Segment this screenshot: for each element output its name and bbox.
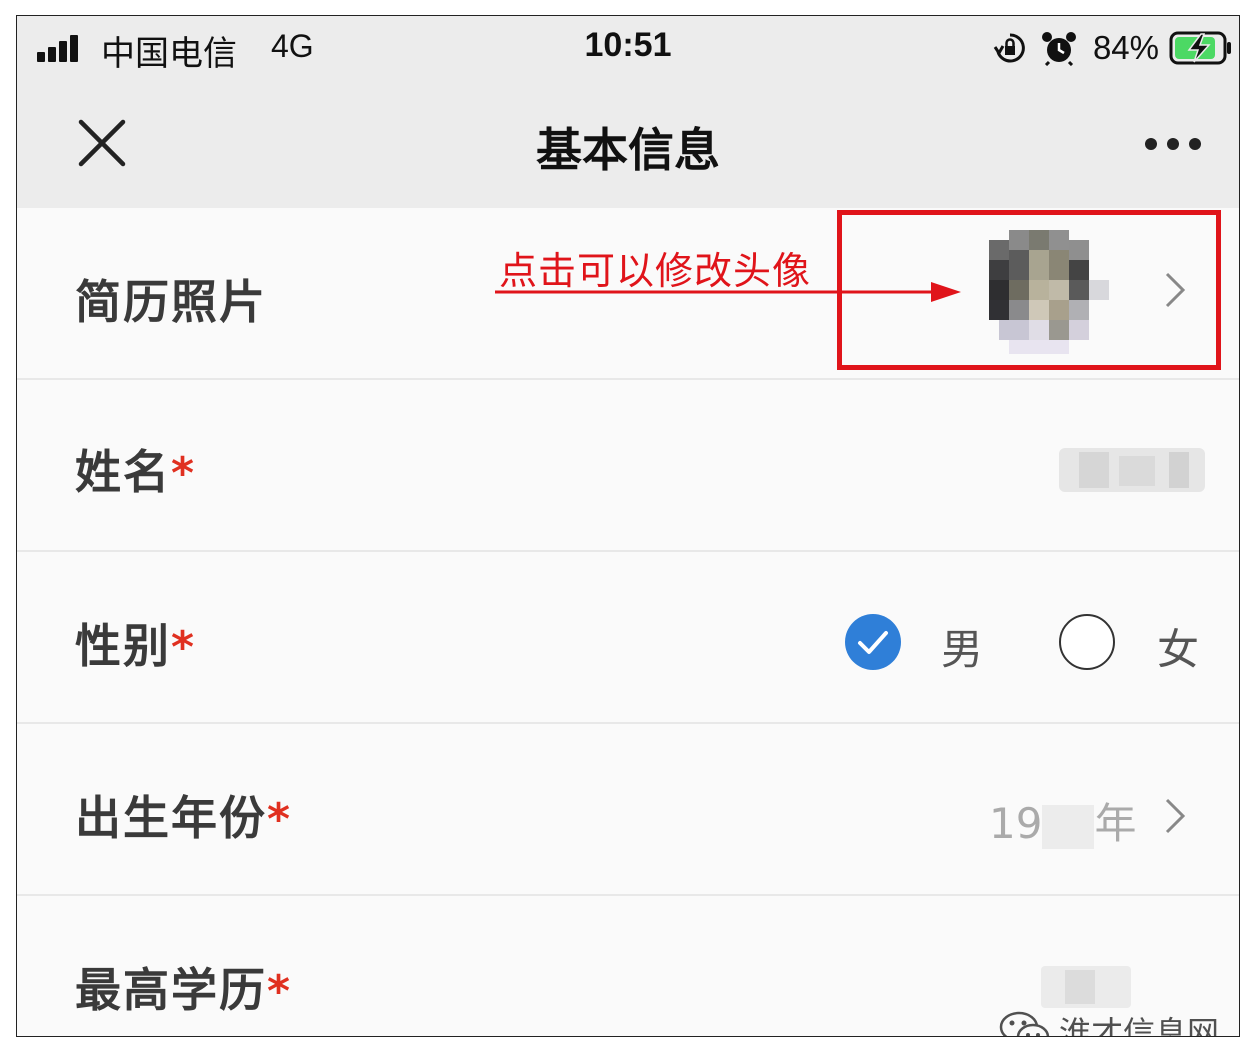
required-mark: * bbox=[267, 794, 293, 845]
name-label: 姓名* bbox=[75, 445, 197, 499]
education-row[interactable]: 最高学历* 淮才信息网 bbox=[17, 896, 1239, 1037]
gender-row: 性别* 男 女 bbox=[17, 552, 1239, 724]
gender-male-label[interactable]: 男 bbox=[941, 616, 983, 677]
education-label: 最高学历* bbox=[75, 963, 293, 1017]
gender-female-radio[interactable] bbox=[1059, 614, 1115, 670]
required-mark: * bbox=[171, 622, 197, 673]
chevron-right-icon bbox=[1165, 272, 1186, 308]
watermark: 淮才信息网 bbox=[997, 1008, 1219, 1037]
resume-photo-label: 简历照片 bbox=[75, 275, 267, 329]
status-bar: 中国电信 4G 10:51 84% bbox=[17, 16, 1239, 82]
battery-percent: 84% bbox=[1092, 29, 1159, 66]
page-title: 基本信息 bbox=[536, 123, 720, 177]
phone-screen: 中国电信 4G 10:51 84% 基本信息 简历照片 点击可以修改头像 姓名*… bbox=[16, 15, 1240, 1037]
name-value-blurred bbox=[1059, 448, 1205, 492]
chevron-right-icon bbox=[1165, 798, 1186, 834]
check-icon bbox=[858, 631, 888, 654]
gender-female-label[interactable]: 女 bbox=[1157, 616, 1199, 677]
battery-charging-icon bbox=[1169, 31, 1231, 65]
resume-photo-row[interactable]: 简历照片 点击可以修改头像 bbox=[17, 208, 1239, 380]
birth-year-value: 19 年 bbox=[989, 799, 1137, 849]
avatar[interactable] bbox=[969, 220, 1129, 360]
name-row[interactable]: 姓名* bbox=[17, 380, 1239, 552]
birth-year-label: 出生年份* bbox=[75, 791, 293, 845]
more-icon[interactable] bbox=[1143, 134, 1203, 154]
alarm-icon bbox=[1041, 32, 1076, 66]
gender-label: 性别* bbox=[75, 619, 197, 673]
watermark-text: 淮才信息网 bbox=[1058, 1014, 1219, 1037]
navigation-bar: 基本信息 bbox=[17, 82, 1239, 208]
birth-year-row[interactable]: 出生年份* 19 年 bbox=[17, 724, 1239, 896]
gender-male-radio[interactable] bbox=[845, 614, 901, 670]
education-value-blurred bbox=[1041, 966, 1131, 1008]
required-mark: * bbox=[267, 966, 293, 1017]
blurred-digits bbox=[1042, 804, 1095, 849]
wechat-icon bbox=[999, 1011, 1050, 1036]
orientation-lock-icon bbox=[993, 33, 1025, 63]
required-mark: * bbox=[171, 448, 197, 499]
